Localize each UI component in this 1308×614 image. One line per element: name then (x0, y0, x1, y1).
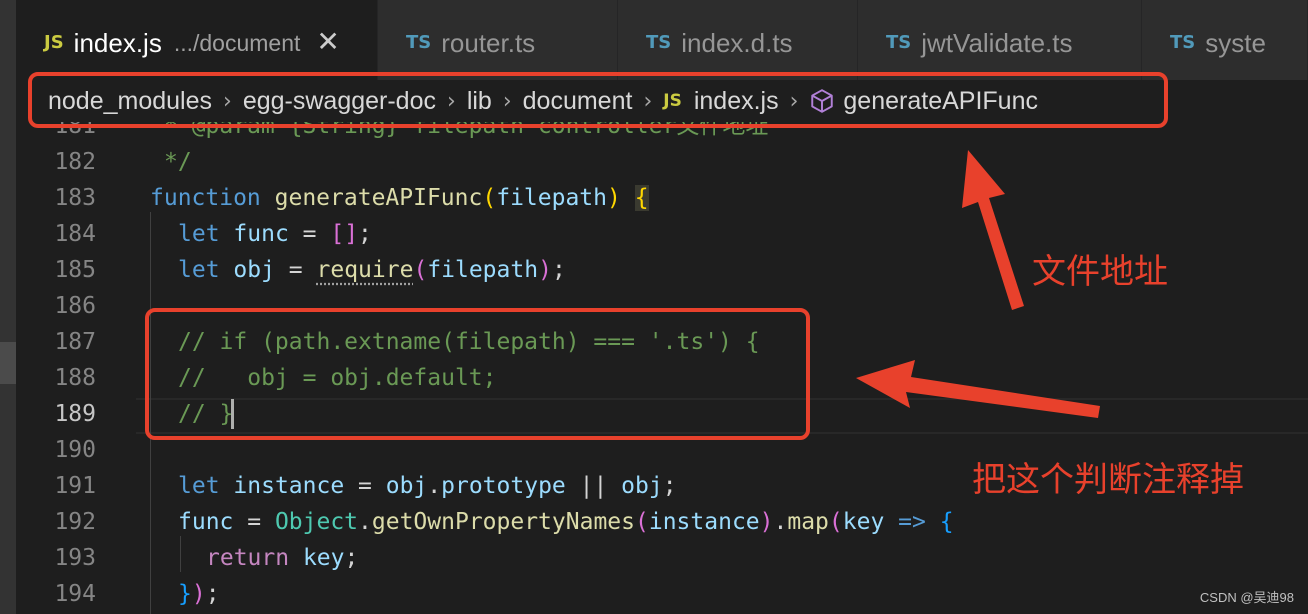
line-number: 185 (54, 257, 96, 283)
line-number: 182 (54, 149, 96, 175)
line-number: 187 (54, 329, 96, 355)
activity-bar (0, 0, 16, 614)
js-file-icon: JS (44, 32, 64, 53)
tab-index-js[interactable]: JS index.js .../document ✕ (16, 0, 378, 80)
tab-jwtvalidate-ts[interactable]: TS jwtValidate.ts (858, 0, 1142, 80)
tab-label: jwtValidate.ts (921, 28, 1073, 58)
tab-description: .../document (173, 30, 301, 56)
line-number: 193 (54, 545, 96, 571)
tab-system[interactable]: TS syste (1142, 0, 1308, 80)
tab-label: index.d.ts (681, 28, 793, 58)
line-number: 194 (54, 581, 96, 607)
tab-label: router.ts (441, 28, 536, 58)
annotation-box-breadcrumb (28, 72, 1168, 128)
line-text: let obj = require(filepath); (178, 257, 566, 283)
line-text: */ (164, 149, 192, 175)
code-line-183: 183 function generateAPIFunc(filepath) { (16, 180, 1308, 216)
line-text: func = Object.getOwnPropertyNames(instan… (178, 509, 954, 535)
line-text: let instance = obj.prototype || obj; (178, 473, 677, 499)
annotation-file-address: 文件地址 (1032, 252, 1168, 292)
line-number: 188 (54, 365, 96, 391)
activity-bar-indicator (0, 342, 16, 384)
watermark: CSDN @吴迪98 (1199, 590, 1294, 605)
line-number: 184 (54, 221, 96, 247)
line-number: 186 (54, 293, 96, 319)
tab-label: index.js (73, 28, 162, 58)
close-icon[interactable]: ✕ (316, 26, 339, 58)
line-number: 190 (54, 437, 96, 463)
ts-file-icon: TS (646, 32, 672, 53)
ts-file-icon: TS (1170, 32, 1196, 53)
ts-file-icon: TS (886, 32, 912, 53)
code-line-192: 192 func = Object.getOwnPropertyNames(in… (16, 504, 1308, 540)
line-text: let func = []; (178, 221, 372, 247)
line-number: 191 (54, 473, 96, 499)
editor-tab-bar: JS index.js .../document ✕ TS router.ts … (16, 0, 1308, 80)
line-text: function generateAPIFunc(filepath) { (150, 185, 649, 211)
code-line-194: 194 }); (16, 576, 1308, 612)
line-number: 192 (54, 509, 96, 535)
line-number: 183 (54, 185, 96, 211)
line-number: 189 (54, 401, 96, 427)
tab-label: syste (1205, 28, 1266, 58)
annotation-comment-out: 把这个判断注释掉 (972, 460, 1244, 500)
annotation-box-comment (145, 308, 810, 440)
code-line-182: 182 */ (16, 144, 1308, 180)
line-text: return key; (206, 545, 359, 571)
ts-file-icon: TS (406, 32, 432, 53)
tab-router-ts[interactable]: TS router.ts (378, 0, 618, 80)
line-text: }); (178, 581, 220, 607)
tab-index-d-ts[interactable]: TS index.d.ts (618, 0, 858, 80)
code-line-193: 193 return key; (16, 540, 1308, 576)
